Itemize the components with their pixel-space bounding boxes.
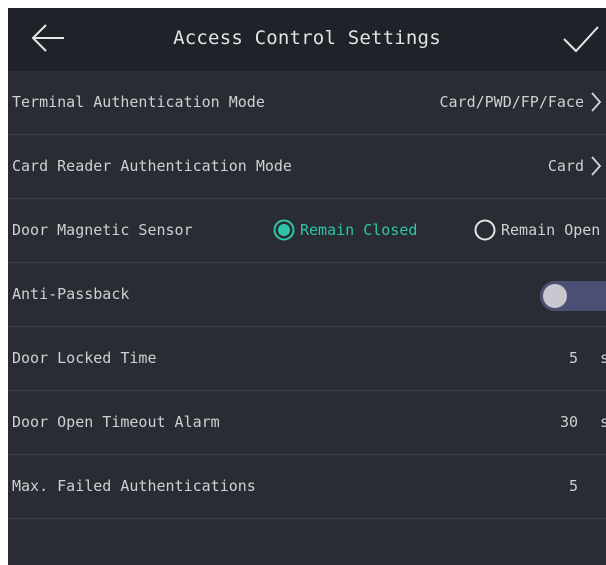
checkmark-icon (563, 26, 599, 53)
card-reader-auth-mode-value: Card (547, 157, 584, 175)
radio-remain-closed[interactable]: Remain Closed (273, 218, 443, 244)
door-open-timeout-unit: s (600, 413, 606, 431)
terminal-auth-mode-row[interactable]: Terminal Authentication Mode Card/PWD/FP… (8, 71, 606, 135)
door-open-timeout-row: Door Open Timeout Alarm 30 s (8, 391, 606, 455)
radio-selected-icon (273, 219, 295, 241)
toggle-knob (543, 284, 567, 308)
max-failed-auth-label: Max. Failed Authentications (12, 477, 256, 495)
card-reader-auth-mode-label: Card Reader Authentication Mode (12, 157, 292, 175)
door-locked-time-label: Door Locked Time (12, 349, 157, 367)
door-locked-time-row: Door Locked Time 5 s (8, 327, 606, 391)
door-open-timeout-value[interactable]: 30 (560, 413, 578, 431)
anti-passback-label: Anti-Passback (12, 285, 130, 303)
max-failed-auth-row: Max. Failed Authentications 5 (8, 455, 606, 519)
header-bar: Access Control Settings (8, 8, 606, 71)
radio-remain-closed-label: Remain Closed (300, 221, 418, 239)
page-title: Access Control Settings (173, 27, 441, 49)
confirm-button[interactable] (562, 24, 600, 54)
screen: Access Control Settings Terminal Authent… (0, 0, 606, 565)
access-control-settings-panel: Access Control Settings Terminal Authent… (8, 8, 606, 565)
chevron-right-icon (591, 156, 602, 176)
anti-passback-toggle[interactable] (540, 281, 606, 311)
door-open-timeout-label: Door Open Timeout Alarm (12, 413, 220, 431)
door-magnetic-sensor-row: Door Magnetic Sensor Remain Closed Remai… (8, 199, 606, 263)
anti-passback-row: Anti-Passback (8, 263, 606, 327)
terminal-auth-mode-value: Card/PWD/FP/Face (439, 93, 585, 111)
chevron-right-icon (591, 92, 602, 112)
card-reader-auth-mode-row[interactable]: Card Reader Authentication Mode Card (8, 135, 606, 199)
radio-unselected-icon (474, 219, 496, 241)
terminal-auth-mode-label: Terminal Authentication Mode (12, 93, 265, 111)
door-locked-time-unit: s (600, 349, 606, 367)
max-failed-auth-value[interactable]: 5 (569, 477, 578, 495)
door-locked-time-value[interactable]: 5 (569, 349, 578, 367)
door-magnetic-sensor-label: Door Magnetic Sensor (12, 221, 193, 239)
radio-remain-open-label: Remain Open (501, 221, 601, 239)
radio-remain-open[interactable]: Remain Open (474, 218, 606, 244)
